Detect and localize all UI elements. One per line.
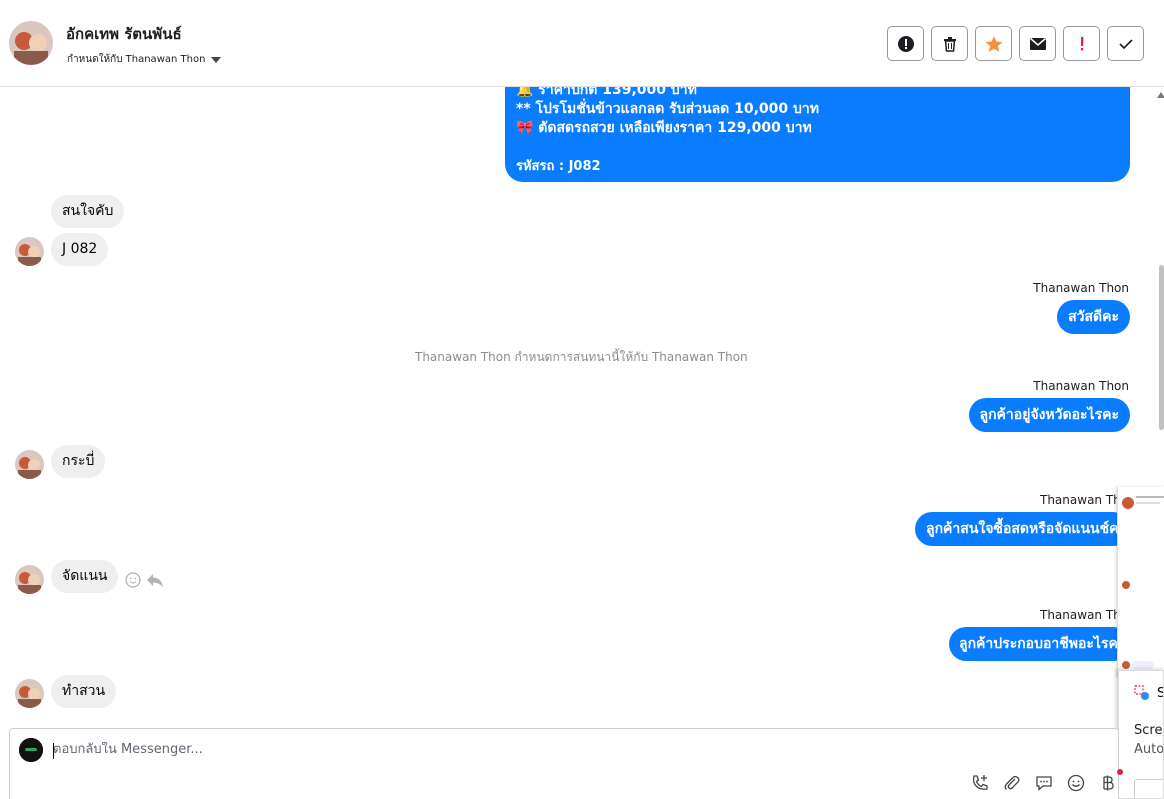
message-line: รหัสรถ : J082 (516, 159, 601, 174)
sender-name: Thanawan Thon (1033, 379, 1129, 393)
overlay-panel (1117, 487, 1164, 677)
outgoing-message[interactable]: ลูกค้าประกอบอาชีพอะไรคะ (949, 627, 1130, 661)
emoji-button[interactable] (1066, 773, 1086, 793)
snip-tool-icon (1134, 685, 1149, 700)
mark-unread-button[interactable] (1019, 26, 1056, 61)
message-line: ** โปรโมชั่นข้าวแลกลด รับส่วนลด 10,000 บ… (516, 101, 819, 117)
delete-button[interactable] (931, 26, 968, 61)
thumbnail-line (1136, 496, 1164, 498)
conversation-header: อักคเทพ รัตนพันธ์ กำหนดให้กับ Thanawan T… (0, 0, 1164, 87)
thumbnail-avatar (1122, 581, 1130, 589)
saved-replies-button[interactable] (1034, 773, 1054, 793)
reply-input[interactable] (53, 742, 753, 757)
contact-avatar[interactable] (9, 21, 53, 65)
reply-icon (147, 574, 163, 587)
message-line: 🎀 ตัดสดรถสวย เหลือเพียงราคา 129,000 บาท (516, 120, 812, 136)
reply-button[interactable] (146, 573, 164, 592)
composer-toolbar (970, 769, 1123, 793)
alert-circle-icon (897, 35, 914, 52)
contact-avatar-small (15, 237, 44, 266)
star-button[interactable] (975, 26, 1012, 61)
check-icon (1118, 38, 1133, 49)
mark-done-button[interactable] (1107, 26, 1144, 61)
trash-icon (943, 36, 956, 52)
sender-name: Thanawan Thon (1033, 281, 1129, 295)
chat-bubble-icon (1036, 776, 1052, 791)
call-button[interactable] (970, 773, 990, 793)
mark-spam-button[interactable] (887, 26, 924, 61)
exclamation-icon (1080, 36, 1083, 50)
popup-line: Scree (1134, 723, 1163, 738)
incoming-message[interactable]: J 082 (51, 233, 109, 266)
message-line (516, 138, 1119, 157)
thumbnail-line (1136, 502, 1160, 504)
incoming-message[interactable]: กระบี่ (51, 445, 106, 478)
contact-avatar-small (15, 565, 44, 594)
system-note: Thanawan Thon กำหนดการสนทนานี้ให้กับ Tha… (415, 350, 748, 364)
messenger-inbox: อักคเทพ รัตนพันธ์ กำหนดให้กับ Thanawan T… (0, 0, 1164, 799)
outgoing-message[interactable]: สวัสดีคะ (1057, 300, 1130, 334)
mail-icon (1029, 37, 1046, 50)
follow-up-button[interactable] (1063, 26, 1100, 61)
outgoing-message[interactable]: 🔔 ราคาปกติ 139,000 บาท ** โปรโมชั่นข้าวแ… (505, 87, 1130, 182)
star-icon (985, 35, 1002, 52)
baht-icon (1103, 775, 1114, 791)
message-list: 🔔 ราคาปกติ 139,000 บาท ** โปรโมชั่นข้าวแ… (0, 87, 1164, 728)
screen-capture-popup[interactable]: S Scree Auto (1118, 670, 1164, 799)
contact-avatar-small (15, 679, 44, 708)
contact-avatar-small (15, 450, 44, 479)
react-button[interactable] (125, 572, 141, 592)
page-avatar (19, 738, 43, 762)
incoming-message[interactable]: จัดแนน (51, 560, 119, 593)
payment-button[interactable] (1098, 769, 1123, 793)
sender-name: Thanawan Tho (1040, 608, 1129, 622)
incoming-message[interactable]: ทำสวน (51, 675, 117, 708)
smiley-icon (1067, 774, 1085, 792)
thumbnail-avatar (1122, 497, 1134, 509)
attach-button[interactable] (1002, 773, 1022, 793)
caret-down-icon (211, 56, 222, 63)
header-actions (887, 26, 1144, 61)
popup-line: Auto (1134, 742, 1164, 757)
smiley-icon (125, 572, 141, 588)
scrollbar-thumb[interactable] (1159, 265, 1164, 430)
contact-name: อักคเทพ รัตนพันธ์ (66, 25, 182, 43)
popup-thumbnail (1134, 779, 1163, 798)
outgoing-message[interactable]: ลูกค้าสนใจซื้อสดหรือจัดแนนช์คะ (915, 512, 1130, 546)
message-line: 🔔 ราคาปกติ 139,000 บาท (516, 87, 697, 98)
phone-plus-icon (972, 775, 988, 790)
assignee-label: กำหนดให้กับ Thanawan Thon (67, 54, 206, 65)
incoming-message[interactable]: สนใจคับ (51, 195, 125, 228)
thumbnail-bubble (1132, 661, 1154, 669)
notification-dot (1117, 769, 1123, 775)
outgoing-message[interactable]: ลูกค้าอยู่จังหวัดอะไรคะ (968, 398, 1130, 432)
message-composer (9, 728, 1123, 799)
sender-name: Thanawan Tho (1040, 493, 1129, 507)
assignee-dropdown[interactable]: กำหนดให้กับ Thanawan Thon (67, 52, 222, 67)
popup-title: S (1157, 686, 1163, 701)
scroll-up-arrow-icon[interactable] (1157, 92, 1164, 98)
thumbnail-avatar (1122, 661, 1130, 669)
paperclip-icon (1004, 775, 1020, 790)
